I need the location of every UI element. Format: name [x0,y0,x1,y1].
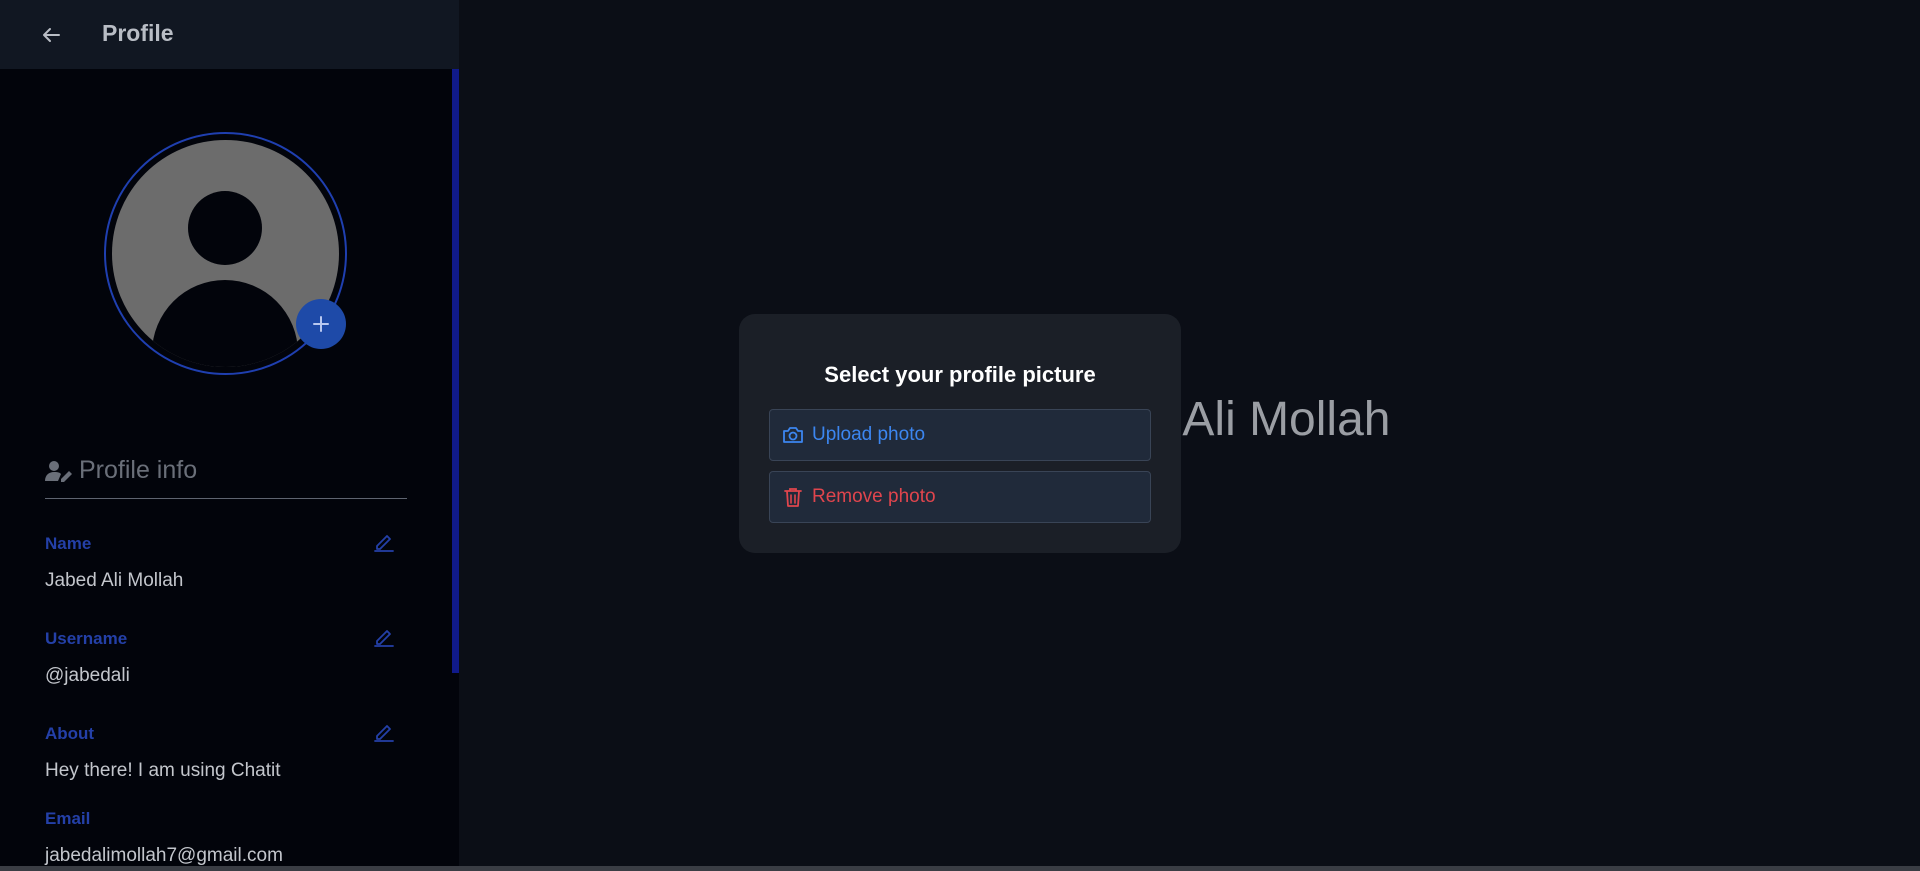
trash-icon [782,486,804,508]
profile-info-heading: Profile info [45,456,197,485]
avatar-head-shape [188,191,262,265]
plus-icon [313,316,329,332]
email-value: jabedalimollah7@gmail.com [45,845,283,866]
user-edit-icon [45,460,72,482]
back-button[interactable] [38,22,64,48]
profile-sidebar: Profile Profile info Name Jabed Ali Moll… [0,0,459,866]
upload-photo-button[interactable]: Upload photo [769,409,1151,461]
divider [45,498,407,499]
about-value: Hey there! I am using Chatit [45,760,281,781]
modal-title: Select your profile picture [824,362,1096,387]
username-value: @jabedali [45,665,130,686]
name-value: Jabed Ali Mollah [45,570,184,591]
profile-picture-modal: Select your profile picture Upload photo… [739,314,1181,553]
sidebar-header: Profile [0,0,459,69]
remove-photo-button[interactable]: Remove photo [769,471,1151,523]
arrow-left-icon [43,28,60,42]
camera-icon [782,424,804,446]
profile-info-title: Profile info [79,456,198,484]
sidebar-scrollbar[interactable] [452,69,459,673]
edit-name-button[interactable] [373,531,395,553]
edit-pencil-icon [374,535,394,552]
upload-photo-label: Upload photo [812,424,926,445]
name-label: Name [45,534,92,553]
edit-pencil-icon [374,630,394,647]
remove-photo-label: Remove photo [812,486,936,507]
add-photo-button[interactable] [296,299,346,349]
page-title: Profile [102,20,174,46]
about-label: About [45,724,95,743]
edit-username-button[interactable] [373,626,395,648]
window-bottom-border [0,866,1920,871]
username-label: Username [45,629,128,648]
avatar-body-shape [152,280,298,367]
edit-about-button[interactable] [373,721,395,743]
email-label: Email [45,809,91,828]
edit-pencil-icon [374,725,394,742]
background-profile-name: d Ali Mollah [1145,393,1391,446]
